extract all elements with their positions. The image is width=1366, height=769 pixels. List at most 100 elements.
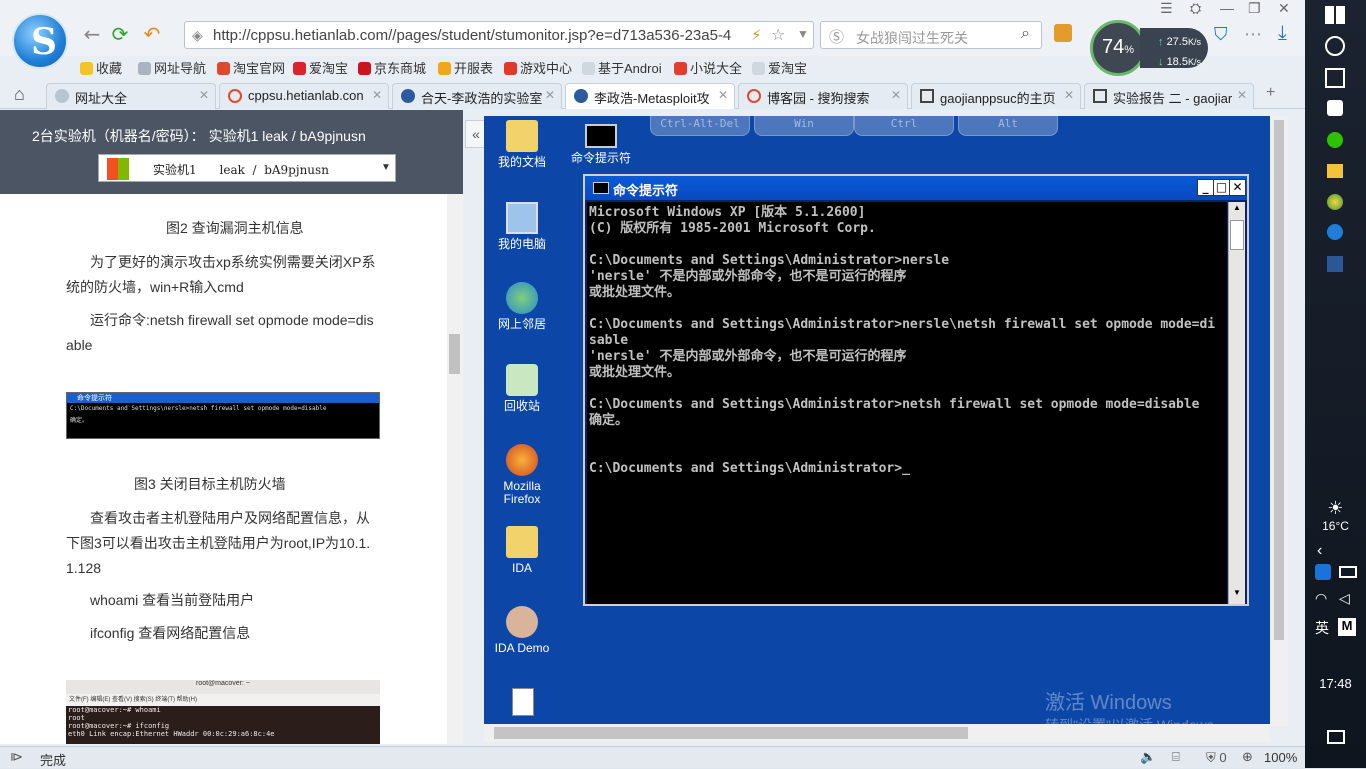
tab-cppsu[interactable]: cppsu.hetianlab.con ✕ xyxy=(219,83,389,109)
lightning-icon[interactable]: ⚡ xyxy=(751,26,762,44)
tab-report[interactable]: 实验报告 二 - gaojiar ✕ xyxy=(1084,83,1254,109)
scroll-thumb[interactable] xyxy=(1274,120,1284,640)
zoom-icon[interactable]: ⊕ xyxy=(1242,749,1253,765)
battery-icon[interactable] xyxy=(1339,566,1357,578)
desktop-icon-network[interactable]: 网上邻居 xyxy=(487,282,557,331)
desktop-icon-ida-demo[interactable]: IDA Demo xyxy=(487,606,557,655)
camera-icon[interactable]: ⌸ xyxy=(1172,749,1180,765)
download-icon[interactable]: ⤓ xyxy=(1278,22,1287,45)
bookmark-item[interactable]: 网址导航 xyxy=(138,58,206,77)
wifi-icon[interactable]: ◠ xyxy=(1315,590,1327,607)
bookmark-item[interactable]: 淘宝官网 xyxy=(217,58,285,77)
bookmark-item[interactable]: 爱淘宝 xyxy=(293,58,348,77)
scroll-thumb[interactable] xyxy=(449,334,460,374)
notification-icon[interactable] xyxy=(1327,730,1345,744)
remote-vscrollbar[interactable] xyxy=(1270,116,1288,726)
desktop-icon-my-documents[interactable]: 我的文档 xyxy=(487,120,557,169)
desktop-icon-firefox[interactable]: Mozilla Firefox xyxy=(487,444,557,506)
wechat-icon[interactable] xyxy=(1327,132,1343,148)
address-bar[interactable]: ◈ http://cppsu.hetianlab.com//pages/stud… xyxy=(184,21,814,49)
chrome-icon[interactable] xyxy=(1327,194,1343,210)
cortana-icon[interactable] xyxy=(1325,36,1345,56)
panel-scrollbar[interactable] xyxy=(447,194,463,744)
search-icon[interactable]: ⌕ xyxy=(1021,25,1030,43)
start-icon[interactable] xyxy=(1325,6,1345,24)
close-button[interactable]: ✕ xyxy=(1229,179,1246,196)
notepad-icon[interactable] xyxy=(512,688,534,716)
weather[interactable]: ☀ 16°C xyxy=(1305,498,1366,533)
scroll-down-icon[interactable]: ▼ xyxy=(1230,588,1244,602)
tab-sogou-search[interactable]: 博客园 - 搜狗搜索 ✕ xyxy=(738,83,908,109)
skin-icon[interactable]: ⛭ xyxy=(1190,0,1201,17)
new-tab-icon[interactable]: + xyxy=(1266,84,1275,102)
machine-select[interactable]: 实验机1 leak / bA9pjnusn ▼ xyxy=(98,154,396,182)
security-icon[interactable] xyxy=(1315,564,1331,580)
desktop-icon-ida[interactable]: IDA xyxy=(487,526,557,575)
ctrl-alt-del-key[interactable]: Ctrl-Alt-Del xyxy=(650,116,750,136)
bookmark-item[interactable]: 游戏中心 xyxy=(504,58,572,77)
remote-hscrollbar[interactable] xyxy=(484,724,1270,742)
close-icon[interactable]: ✕ xyxy=(1278,0,1290,17)
tab-close-icon[interactable]: ✕ xyxy=(1237,88,1247,102)
volume-icon[interactable]: 🔈 xyxy=(1140,749,1156,765)
maximize-button[interactable]: □ xyxy=(1213,179,1230,196)
bookmark-item[interactable]: 开服表 xyxy=(438,58,493,77)
clock[interactable]: 17:48 xyxy=(1305,676,1366,691)
home-icon[interactable]: ⌂ xyxy=(14,84,25,105)
tab-close-icon[interactable]: ✕ xyxy=(891,88,901,102)
tab-lab[interactable]: 合天-李政浩的实验室 ✕ xyxy=(392,83,562,109)
folder-icon[interactable] xyxy=(1327,164,1343,178)
minimize-icon[interactable]: — xyxy=(1220,0,1234,16)
win-key[interactable]: Win xyxy=(754,116,854,136)
tab-close-icon[interactable]: ✕ xyxy=(199,88,209,102)
back-button[interactable]: ← xyxy=(80,22,104,46)
refresh-button[interactable]: ⟳ xyxy=(108,22,132,46)
volume-icon[interactable]: ◁ xyxy=(1339,590,1350,607)
security-shield-icon[interactable]: ⛉ xyxy=(1214,24,1228,45)
bookmark-item[interactable]: 小说大全 xyxy=(674,58,742,77)
word-icon[interactable] xyxy=(1327,256,1343,272)
search-box[interactable]: Ⓢ 女战狼闯过生死关 ⌕ xyxy=(820,21,1042,49)
tab-metasploit[interactable]: 李政浩-Metasploit攻 ✕ xyxy=(565,83,735,109)
language-indicator[interactable]: 英 xyxy=(1315,618,1329,638)
tab-close-icon[interactable]: ✕ xyxy=(1064,88,1074,102)
desktop-icon-my-computer[interactable]: 我的电脑 xyxy=(487,202,557,251)
bookmark-item[interactable]: 基于Androi xyxy=(582,58,662,77)
tab-close-icon[interactable]: ✕ xyxy=(545,88,555,102)
cmd-output[interactable]: Microsoft Windows XP [版本 5.1.2600] (C) 版… xyxy=(587,202,1227,604)
desktop-icon-recycle-bin[interactable]: 回收站 xyxy=(487,364,557,413)
menu-icon[interactable]: ☰ xyxy=(1160,0,1173,17)
more-icon[interactable]: ⋯ xyxy=(1244,24,1262,45)
tab-nav[interactable]: 网址大全 ✕ xyxy=(46,83,216,109)
extension-icon[interactable] xyxy=(1054,24,1072,42)
chevron-left-icon[interactable]: ‹ xyxy=(1317,542,1322,560)
address-url: http://cppsu.hetianlab.com//pages/studen… xyxy=(213,27,732,44)
bookmark-item[interactable]: 爱淘宝 xyxy=(752,58,807,77)
scroll-thumb[interactable] xyxy=(1230,220,1244,250)
bookmark-item[interactable]: 收藏 xyxy=(80,58,122,77)
star-icon[interactable]: ☆ xyxy=(771,25,785,45)
zoom-level[interactable]: 100% xyxy=(1264,750,1297,765)
chevron-down-icon[interactable]: ▼ xyxy=(797,27,809,41)
sidebar-toggle-icon[interactable]: ⧐ xyxy=(10,749,23,765)
alt-key[interactable]: Alt xyxy=(958,116,1058,136)
tab-close-icon[interactable]: ✕ xyxy=(372,88,382,102)
tab-close-icon[interactable]: ✕ xyxy=(718,88,728,102)
scroll-thumb[interactable] xyxy=(494,727,968,739)
undo-close-button[interactable]: ↶ xyxy=(140,22,164,46)
restore-icon[interactable]: ❐ xyxy=(1248,0,1261,17)
tab-homepage[interactable]: gaojianppsuc的主页 ✕ xyxy=(911,83,1081,109)
ime-indicator[interactable]: M xyxy=(1338,618,1356,636)
store-icon[interactable] xyxy=(1327,100,1343,116)
ctrl-key[interactable]: Ctrl xyxy=(854,116,954,136)
scroll-up-icon[interactable]: ▲ xyxy=(1230,203,1244,217)
desktop-icon-cmd[interactable]: 命令提示符 xyxy=(566,124,636,165)
task-view-icon[interactable] xyxy=(1325,68,1345,88)
bookmark-item[interactable]: 京东商城 xyxy=(358,58,426,77)
adblock-icon[interactable]: ⛨ xyxy=(1206,750,1216,765)
cmd-scrollbar[interactable]: ▲ ▼ xyxy=(1228,202,1245,604)
sogou-browser-icon[interactable] xyxy=(1327,224,1343,240)
minimize-button[interactable]: _ xyxy=(1197,179,1214,196)
cmd-titlebar[interactable]: 命令提示符 _ □ ✕ xyxy=(585,176,1247,200)
cmd-window[interactable]: 命令提示符 _ □ ✕ Microsoft Windows XP [版本 5.1… xyxy=(583,174,1249,606)
